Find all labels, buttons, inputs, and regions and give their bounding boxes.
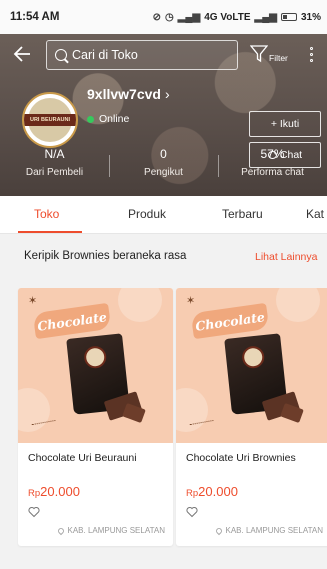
price-currency: Rp: [186, 488, 199, 499]
stat-value: 0: [160, 147, 167, 161]
filter-icon: [250, 45, 268, 63]
location-text: KAB. LAMPUNG SELATAN: [67, 526, 165, 535]
online-dot-icon: [87, 115, 94, 123]
price-value: 20.000: [40, 484, 80, 499]
see-more-link[interactable]: Lihat Lainnya: [255, 251, 317, 263]
stat-label: Pengikut: [144, 167, 183, 178]
stat-chat-performance[interactable]: 57% Performa chat: [218, 147, 327, 191]
back-arrow-icon[interactable]: [12, 43, 36, 67]
stat-rating[interactable]: N/A Dari Pembeli: [0, 147, 109, 191]
filter-label: Filter: [269, 53, 288, 63]
search-input[interactable]: Cari di Toko: [46, 40, 238, 70]
price-value: 20.000: [198, 484, 238, 499]
alarm-icon: ◷: [165, 11, 174, 23]
shop-name[interactable]: 9xllvw7cvd ›: [87, 86, 170, 102]
product-name: Chocolate Uri Beurauni: [28, 452, 137, 464]
network-label: 4G VoLTE: [204, 11, 251, 23]
sparkle-icon: ✶: [28, 295, 38, 307]
product-location: KAB. LAMPUNG SELATAN: [215, 526, 323, 535]
tab-terbaru[interactable]: Terbaru: [222, 207, 263, 221]
product-image-title: Chocolate: [190, 302, 270, 340]
status-time: 11:54 AM: [10, 11, 60, 23]
signal-icon: ▂▄▆: [177, 11, 201, 23]
tab-produk[interactable]: Produk: [128, 207, 166, 221]
product-image[interactable]: ✶ Chocolate: [18, 288, 173, 443]
heart-icon[interactable]: [186, 506, 198, 518]
tab-toko[interactable]: Toko: [34, 207, 59, 221]
search-icon: [55, 49, 67, 61]
product-image-title: Chocolate: [32, 302, 112, 340]
section-header: Keripik Brownies beraneka rasa Lihat Lai…: [0, 242, 327, 272]
sparkle-icon: ✶: [186, 295, 196, 307]
location-pin-icon: [215, 526, 224, 535]
stat-value: N/A: [44, 147, 65, 161]
stat-followers[interactable]: 0 Pengikut: [109, 147, 218, 191]
shop-name-text: 9xllvw7cvd: [87, 86, 161, 102]
product-image[interactable]: ✶ Chocolate: [176, 288, 327, 443]
online-status: Online: [87, 113, 129, 125]
top-bar: Cari di Toko Filter: [0, 40, 327, 70]
search-placeholder: Cari di Toko: [72, 48, 138, 62]
shop-avatar[interactable]: URI BEURAUNI: [22, 92, 78, 148]
signal-icon-2: ▂▄▆: [254, 11, 277, 23]
avatar-logo-text: URI BEURAUNI: [24, 114, 76, 126]
filter-button[interactable]: Filter: [250, 44, 288, 64]
active-tab-indicator: [18, 231, 82, 233]
heart-icon[interactable]: [28, 506, 40, 518]
price-currency: Rp: [28, 488, 41, 499]
shop-screen: 11:54 AM ⊘ ◷ ▂▄▆ 4G VoLTE ▂▄▆ 31% Cari d…: [0, 0, 327, 569]
mute-icon: ⊘: [152, 11, 161, 23]
product-name: Chocolate Uri Brownies: [186, 452, 296, 464]
product-card[interactable]: ✶ Chocolate Chocolate Uri Brownies Rp20.…: [176, 288, 327, 546]
product-card[interactable]: ✶ Chocolate Chocolate Uri Beurauni Rp20.…: [18, 288, 173, 546]
more-options-icon[interactable]: [310, 47, 313, 62]
location-text: KAB. LAMPUNG SELATAN: [225, 526, 323, 535]
battery-percent: 31%: [300, 11, 321, 23]
shop-stats: N/A Dari Pembeli 0 Pengikut 57% Performa…: [0, 147, 327, 191]
stat-label: Performa chat: [241, 167, 304, 178]
follow-button[interactable]: + Ikuti: [249, 111, 321, 137]
product-price: Rp20.000: [28, 484, 80, 499]
chevron-right-icon: ›: [164, 86, 170, 102]
battery-icon: [280, 13, 297, 21]
section-title: Keripik Brownies beraneka rasa: [24, 250, 187, 262]
shop-header: Cari di Toko Filter URI BEURAUNI 9xllvw7…: [0, 34, 327, 196]
stat-label: Dari Pembeli: [25, 167, 84, 178]
location-pin-icon: [57, 526, 66, 535]
tab-kategori[interactable]: Kat: [306, 207, 324, 221]
stat-value: 57%: [260, 147, 285, 161]
product-location: KAB. LAMPUNG SELATAN: [57, 526, 165, 535]
product-price: Rp20.000: [186, 484, 238, 499]
shop-tabs: Toko Produk Terbaru Kat: [0, 196, 327, 234]
status-icons: ⊘ ◷ ▂▄▆ 4G VoLTE ▂▄▆ 31%: [153, 12, 321, 23]
status-bar: 11:54 AM ⊘ ◷ ▂▄▆ 4G VoLTE ▂▄▆ 31%: [0, 0, 327, 34]
online-label: Online: [99, 113, 130, 125]
